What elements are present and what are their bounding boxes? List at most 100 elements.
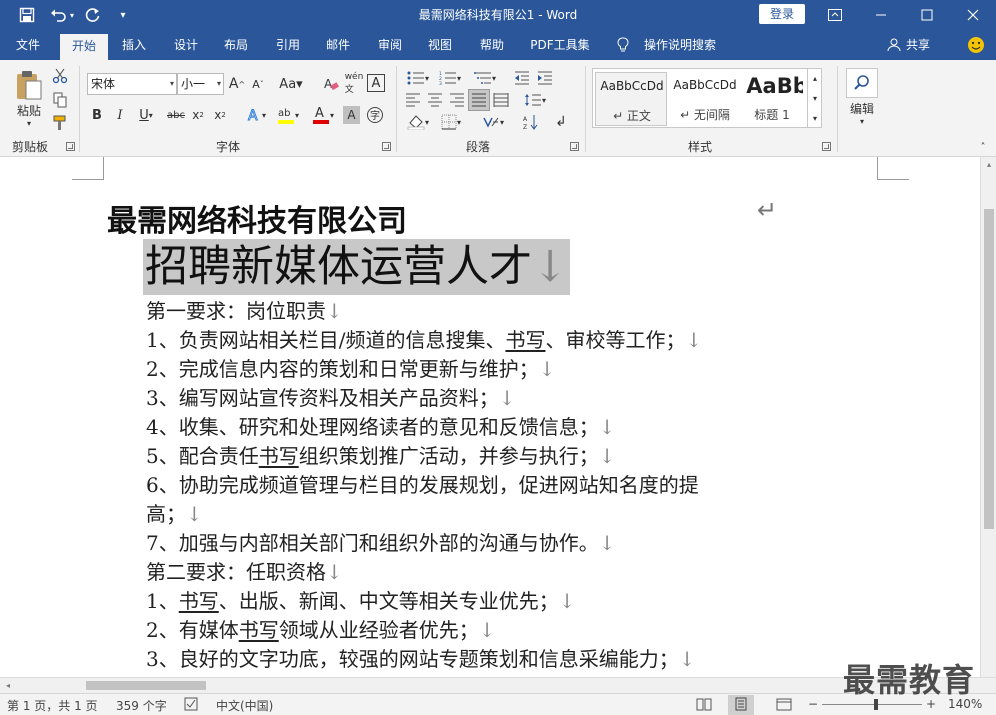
document-line[interactable]: 1、负责网站相关栏目/频道的信息搜集、书写、审校等工作；↓ (146, 326, 702, 355)
style-normal[interactable]: AaBbCcDd ↵ 正文 (595, 72, 667, 126)
search-icon[interactable] (846, 68, 878, 98)
justify-icon[interactable] (468, 89, 490, 111)
tab-pdf-tools[interactable]: PDF工具集 (524, 30, 596, 60)
editing-dropdown-icon[interactable]: ▾ (855, 116, 869, 126)
character-border-icon[interactable]: A (367, 74, 385, 92)
document-line[interactable]: 高；↓ (146, 500, 203, 529)
font-size-combo[interactable]: 小一 ▾ (177, 73, 224, 95)
format-painter-icon[interactable] (50, 113, 70, 133)
save-icon[interactable] (14, 4, 40, 26)
text-effects-icon[interactable]: A ▾ (243, 106, 269, 124)
redo-icon[interactable] (80, 4, 106, 26)
tab-help[interactable]: 帮助 (472, 30, 512, 60)
tab-review[interactable]: 审阅 (370, 30, 410, 60)
multilevel-list-icon[interactable]: ▾ (470, 68, 500, 88)
share-person-icon[interactable] (884, 30, 904, 60)
text-highlight-icon[interactable]: ab ▾ (273, 104, 303, 126)
gallery-more-icon[interactable]: ▾ (808, 110, 822, 126)
document-line[interactable]: 第二要求：任职资格↓ (146, 558, 343, 587)
align-right-icon[interactable] (448, 90, 466, 110)
tab-file[interactable]: 文件 (8, 30, 48, 60)
style-heading-1[interactable]: AaBb 标题 1 (741, 72, 803, 126)
document-line[interactable]: 7、加强与内部相关部门和组织外部的沟通与协作。↓ (146, 529, 616, 558)
document-line[interactable]: 第一要求：岗位职责↓ (146, 297, 343, 326)
proofing-icon[interactable] (184, 697, 200, 714)
bold-icon[interactable]: B (89, 106, 105, 124)
selected-headline[interactable]: 招聘新媒体运营人才↓ (143, 239, 571, 295)
strikethrough-icon[interactable]: abc (166, 106, 186, 124)
shrink-font-icon[interactable]: Aˇ (250, 74, 266, 94)
document-line[interactable]: 2、完成信息内容的策划和日常更新与维护；↓ (146, 355, 556, 384)
font-launcher-icon[interactable] (382, 142, 391, 151)
collapse-ribbon-icon[interactable]: ˄ (976, 140, 990, 154)
document-line[interactable]: 4、收集、研究和处理网络读者的意见和反馈信息；↓ (146, 413, 616, 442)
decrease-indent-icon[interactable] (512, 68, 532, 88)
tab-home[interactable]: 开始 (60, 34, 108, 60)
read-mode-icon[interactable] (696, 697, 712, 714)
sort-icon[interactable]: AZ (520, 112, 542, 132)
zoom-out-icon[interactable]: − (808, 697, 818, 711)
smiley-feedback-icon[interactable] (964, 30, 988, 60)
increase-indent-icon[interactable] (535, 68, 555, 88)
tab-insert[interactable]: 插入 (114, 30, 154, 60)
tab-mailings[interactable]: 邮件 (318, 30, 358, 60)
clipboard-launcher-icon[interactable] (66, 142, 75, 151)
tab-view[interactable]: 视图 (420, 30, 460, 60)
company-name[interactable]: 最需网络科技有限公司 (107, 196, 407, 240)
chinese-layout-icon[interactable]: ▾ (478, 112, 508, 132)
change-case-icon[interactable]: Aa▾ (278, 74, 304, 94)
page-count[interactable]: 第 1 页，共 1 页 (7, 697, 98, 714)
paste-dropdown-icon[interactable]: ▾ (22, 118, 36, 128)
superscript-icon[interactable]: x2 (212, 106, 228, 124)
enclose-characters-icon[interactable]: 字 (365, 105, 385, 125)
document-line[interactable]: 2、有媒体书写领域从业经验者优先；↓ (146, 616, 496, 645)
align-center-icon[interactable] (426, 90, 444, 110)
ribbon-display-options-icon[interactable] (812, 0, 858, 30)
borders-icon[interactable]: ▾ (436, 112, 466, 132)
grow-font-icon[interactable]: A ^ (229, 74, 245, 94)
font-name-dropdown-icon[interactable]: ▾ (170, 74, 174, 94)
paragraph-launcher-icon[interactable] (570, 142, 579, 151)
align-left-icon[interactable] (404, 90, 422, 110)
tell-me-search[interactable]: 操作说明搜索 (640, 30, 720, 60)
customize-qa-icon[interactable]: ▾ (110, 4, 136, 26)
gallery-up-icon[interactable]: ▴ (808, 70, 822, 86)
close-icon[interactable] (950, 0, 996, 30)
scroll-up-icon[interactable]: ▴ (983, 157, 995, 171)
minimize-icon[interactable] (858, 0, 904, 30)
numbering-icon[interactable]: 1 2 3 ▾ (436, 68, 464, 88)
web-layout-icon[interactable] (776, 697, 792, 714)
paste-icon[interactable] (12, 68, 46, 102)
italic-icon[interactable]: I (112, 106, 128, 124)
font-size-dropdown-icon[interactable]: ▾ (217, 74, 221, 94)
paragraph-shading-icon[interactable]: ▾ (404, 112, 432, 132)
horizontal-scroll-thumb[interactable] (86, 681, 206, 690)
paste-button[interactable]: 粘贴 (12, 102, 46, 118)
vertical-scrollbar[interactable]: ▴ (980, 157, 996, 677)
document-line[interactable]: 1、书写、出版、新闻、中文等相关专业优先；↓ (146, 587, 576, 616)
print-layout-icon[interactable] (728, 695, 754, 715)
document-line[interactable]: 5、配合责任书写组织策划推广活动，并参与执行；↓ (146, 442, 616, 471)
document-line[interactable]: 6、协助完成频道管理与栏目的发展规划，促进网站知名度的提 (146, 471, 699, 500)
font-name-combo[interactable]: 宋体 ▾ (87, 73, 177, 95)
editing-button[interactable]: 编辑 (842, 100, 882, 116)
clear-formatting-icon[interactable]: A (322, 74, 340, 94)
document-line[interactable]: 3、良好的文字功底，较强的网站专题策划和信息采编能力；↓ (146, 645, 696, 674)
bullets-icon[interactable]: ▾ (404, 68, 432, 88)
tab-references[interactable]: 引用 (268, 30, 308, 60)
vertical-scroll-thumb[interactable] (984, 209, 994, 529)
phonetic-guide-icon[interactable]: wén 文 (344, 72, 364, 95)
styles-launcher-icon[interactable] (822, 142, 831, 151)
maximize-icon[interactable] (904, 0, 950, 30)
share-button[interactable]: 共享 (904, 30, 932, 60)
line-spacing-icon[interactable]: ▾ (520, 90, 550, 110)
character-shading-icon[interactable]: A (343, 106, 360, 124)
document-line[interactable]: 3、编写网站宣传资料及相关产品资料；↓ (146, 384, 516, 413)
cut-icon[interactable] (50, 66, 70, 86)
distributed-icon[interactable] (492, 90, 510, 110)
subscript-icon[interactable]: x2 (190, 106, 206, 124)
underline-icon[interactable]: U ▾ (134, 106, 158, 124)
language-status[interactable]: 中文(中国) (216, 697, 273, 714)
styles-gallery-scroll[interactable]: ▴ ▾ ▾ (807, 68, 821, 128)
copy-icon[interactable] (50, 90, 70, 110)
